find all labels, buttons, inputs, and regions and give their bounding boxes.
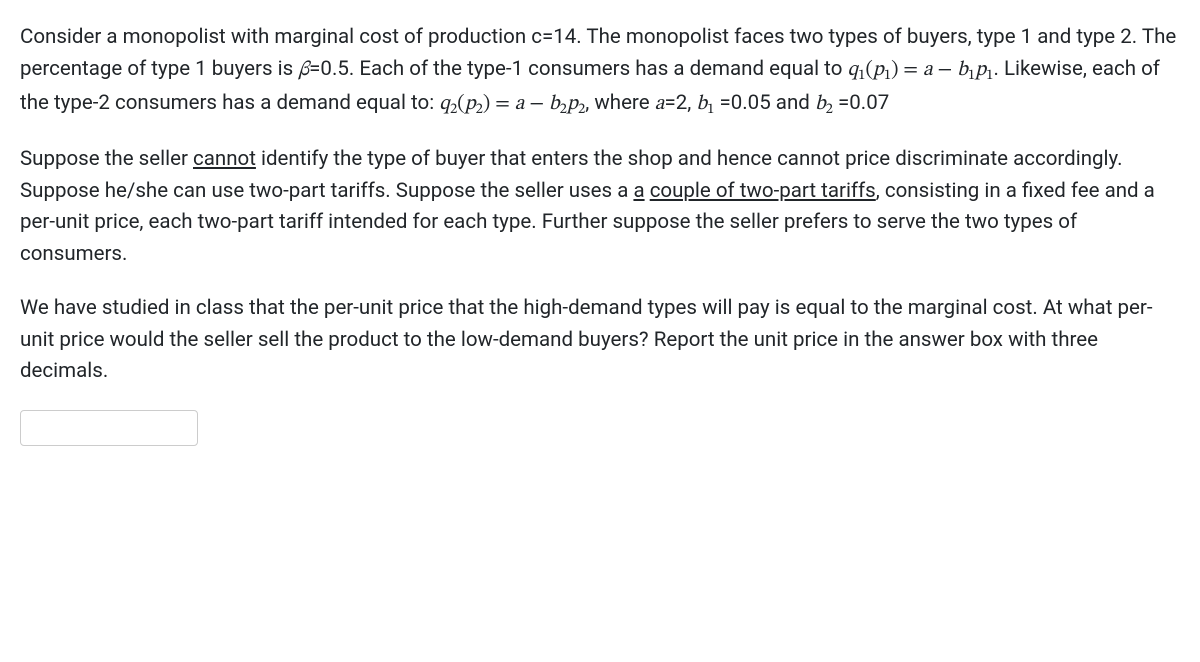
underline-cannot: cannot (193, 147, 256, 171)
paragraph-2: Suppose the seller cannot identify the t… (20, 144, 1180, 271)
paragraph-3: We have studied in class that the per-un… (20, 293, 1180, 388)
eq1: q1(p1) = a − b1p1 (847, 59, 993, 80)
text: =0.05 and (714, 91, 815, 115)
a-eq: a (655, 93, 665, 114)
text: Suppose the seller (20, 147, 193, 171)
paragraph-1: Consider a monopolist with marginal cost… (20, 22, 1180, 122)
beta: β (298, 59, 309, 80)
text: =2, (665, 91, 697, 115)
b2: b2 (815, 93, 833, 114)
text: , where (585, 91, 654, 115)
underline-a: a (633, 179, 644, 203)
b1: b1 (696, 93, 714, 114)
text: =0.5. Each of the type-1 consumers has a… (309, 57, 847, 81)
text: =0.07 (833, 91, 889, 115)
answer-input[interactable] (20, 410, 198, 446)
underline-couple: couple of two-part tariffs (650, 179, 876, 203)
eq2: q2(p2) = a − b2p2 (439, 93, 585, 114)
